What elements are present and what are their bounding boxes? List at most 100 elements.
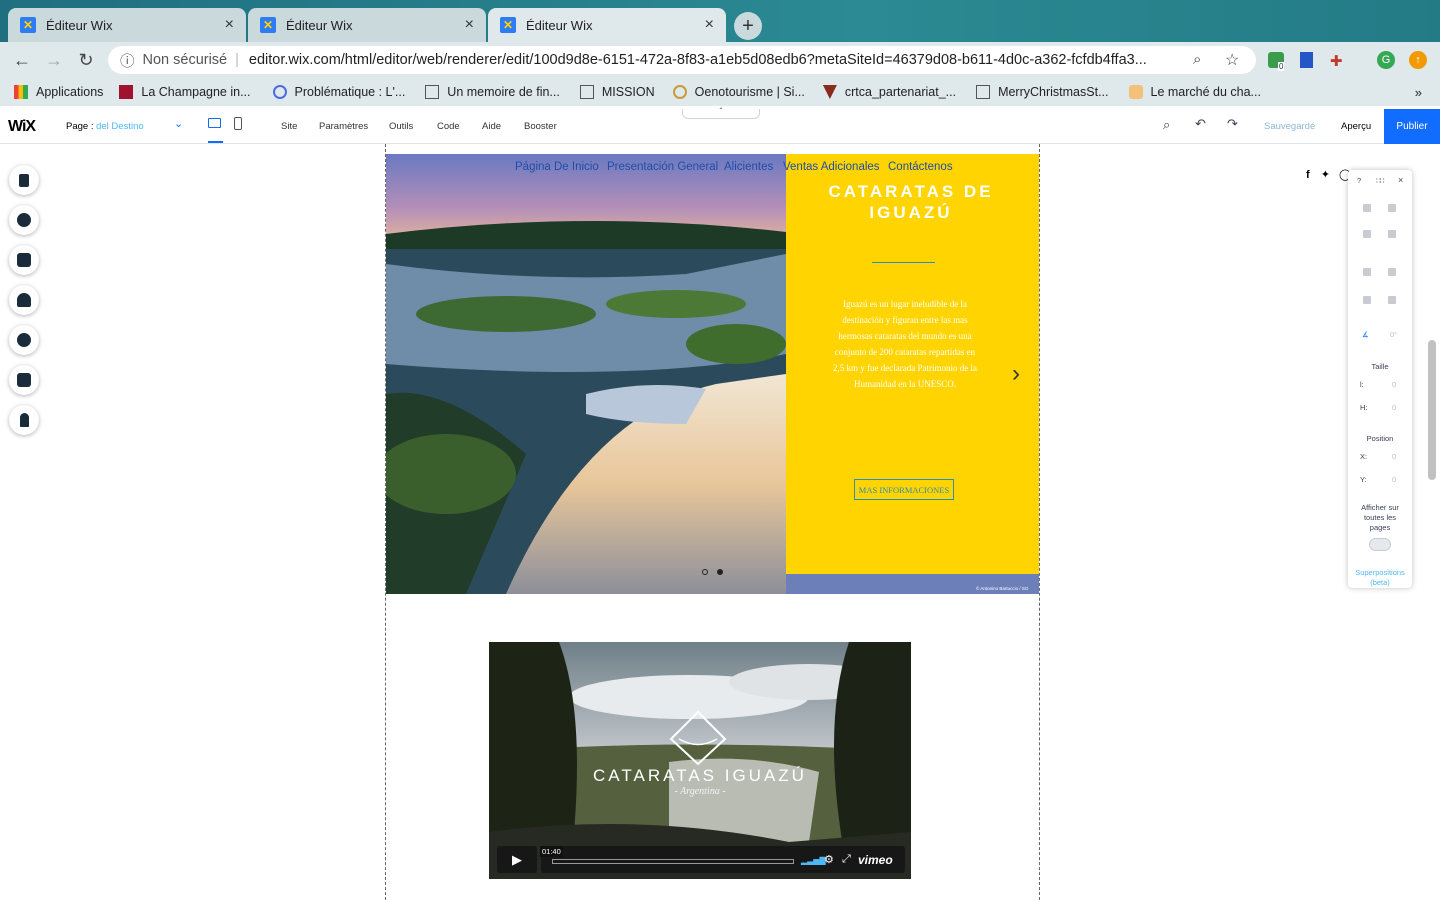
bookmark-item[interactable]: Le marché du cha...: [1128, 85, 1261, 99]
browser-tab[interactable]: ✕ Éditeur Wix ×: [248, 8, 486, 42]
zoom-icon[interactable]: ⌕: [1193, 51, 1201, 68]
bookmark-item[interactable]: MISSION: [579, 85, 655, 99]
bookmark-item[interactable]: Problématique : L'...: [272, 85, 405, 99]
menu-booster[interactable]: Booster: [524, 121, 557, 132]
align-icon[interactable]: [1363, 296, 1371, 304]
bookmark-extension-icon[interactable]: [1300, 52, 1313, 68]
forward-icon[interactable]: →: [38, 50, 70, 71]
bookmark-item[interactable]: Applications: [14, 85, 103, 99]
menu-code[interactable]: Code: [437, 121, 460, 132]
overlays-link[interactable]: Superpositions (beta): [1348, 568, 1412, 588]
bookmark-item[interactable]: crtca_partenariat_...: [822, 85, 956, 99]
page-icon: [976, 85, 991, 99]
drag-handle-icon[interactable]: ∷∷: [1376, 176, 1384, 185]
page-selector[interactable]: Page : del Destino: [66, 121, 144, 132]
delete-icon[interactable]: [1388, 230, 1396, 238]
page-scrollbar[interactable]: [1428, 340, 1436, 480]
apps-icon: [17, 253, 31, 267]
video-progress-bar[interactable]: [552, 859, 794, 864]
mobile-view-icon[interactable]: [234, 117, 242, 130]
bookings-button[interactable]: [9, 365, 39, 395]
rotation-value[interactable]: 0°: [1390, 330, 1397, 339]
pages-menu-button[interactable]: [9, 165, 39, 195]
close-tab-icon[interactable]: ×: [465, 16, 474, 34]
browser-tab[interactable]: ✕ Éditeur Wix ×: [8, 8, 246, 42]
close-tab-icon[interactable]: ×: [705, 16, 714, 34]
publish-button[interactable]: Publier: [1384, 109, 1440, 144]
bookmark-item[interactable]: Un memoire de fin...: [425, 85, 560, 99]
video-title: CATARATAS IGUAZÚ: [593, 766, 807, 785]
arrange-forward-icon[interactable]: [1363, 268, 1371, 276]
video-player[interactable]: [489, 642, 911, 879]
search-icon[interactable]: ⌕: [1163, 117, 1170, 133]
menu-site[interactable]: Site: [281, 121, 297, 132]
more-info-button[interactable]: MAS INFORMACIONES: [854, 479, 954, 500]
fullscreen-icon[interactable]: ⤢: [842, 853, 851, 866]
tab-title: Éditeur Wix: [46, 17, 113, 33]
vimeo-logo[interactable]: vimeo: [858, 853, 893, 867]
add-button[interactable]: [9, 205, 39, 235]
calendar-icon: [17, 373, 31, 387]
desktop-view-icon[interactable]: [208, 118, 221, 128]
back-icon[interactable]: ←: [6, 50, 38, 71]
help-icon[interactable]: ?: [1357, 176, 1361, 185]
undo-icon[interactable]: ↶: [1195, 116, 1206, 132]
more-bookmarks-icon[interactable]: »: [1415, 85, 1422, 100]
info-icon[interactable]: ⓘ: [120, 50, 135, 71]
duplicate-icon[interactable]: [1363, 230, 1371, 238]
settings-gear-icon[interactable]: ⚙: [824, 853, 834, 866]
accessibility-extension-icon[interactable]: ✚: [1330, 52, 1343, 70]
preview-button[interactable]: Aperçu: [1341, 121, 1371, 132]
height-field[interactable]: 0: [1392, 403, 1396, 412]
bookmarks-bar: Applications La Champagne in... Probléma…: [0, 78, 1440, 106]
collapse-topbar-icon[interactable]: ˆ: [682, 108, 760, 119]
nav-link-attractions[interactable]: Alicientes: [724, 161, 773, 173]
chat-button[interactable]: [9, 325, 39, 355]
bookmark-label: Oenotourisme | Si...: [694, 85, 805, 99]
profile-avatar[interactable]: G: [1377, 51, 1395, 69]
nav-link-contact[interactable]: Contáctenos: [888, 161, 953, 173]
bookmark-item[interactable]: Oenotourisme | Si...: [672, 85, 805, 99]
rotate-icon[interactable]: ∡: [1362, 330, 1369, 339]
volume-icon[interactable]: ▂▃▅▇: [801, 856, 826, 865]
close-icon[interactable]: ×: [1398, 175, 1403, 185]
next-slide-arrow-icon[interactable]: ›: [1012, 360, 1020, 388]
position-label: Position: [1366, 434, 1394, 443]
arrange-backward-icon[interactable]: [1388, 268, 1396, 276]
bookmark-item[interactable]: MerryChristmasSt...: [976, 85, 1109, 99]
show-all-pages-toggle[interactable]: [1369, 538, 1391, 551]
slide-dot[interactable]: [702, 569, 708, 575]
redo-icon[interactable]: ↷: [1227, 116, 1238, 132]
copy-icon[interactable]: [1363, 204, 1371, 212]
menu-tools[interactable]: Outils: [389, 121, 413, 132]
address-bar[interactable]: ⓘ Non sécurisé | editor.wix.com/html/edi…: [108, 46, 1256, 74]
distribute-icon[interactable]: [1388, 296, 1396, 304]
video-thumbnail: [489, 642, 911, 879]
x-field[interactable]: 0: [1392, 452, 1396, 461]
wix-logo: WiX: [8, 118, 36, 135]
nav-link-overview[interactable]: Presentación General: [607, 161, 718, 173]
bookmark-item[interactable]: La Champagne in...: [119, 85, 251, 99]
new-tab-button[interactable]: +: [734, 12, 762, 40]
width-field[interactable]: 0: [1392, 380, 1396, 389]
upload-button[interactable]: [9, 285, 39, 315]
bookmark-star-icon[interactable]: ☆: [1225, 50, 1239, 70]
design-button[interactable]: [9, 405, 39, 435]
slide-dot[interactable]: [717, 569, 723, 575]
reload-icon[interactable]: ↻: [70, 50, 102, 71]
close-tab-icon[interactable]: ×: [225, 16, 234, 34]
play-button[interactable]: ▶: [497, 846, 537, 873]
facebook-icon[interactable]: f: [1306, 169, 1310, 181]
menu-help[interactable]: Aide: [482, 121, 501, 132]
paste-icon[interactable]: [1388, 204, 1396, 212]
browser-tab-active[interactable]: ✕ Éditeur Wix ×: [488, 8, 726, 42]
nav-link-sales[interactable]: Ventas Adicionales: [783, 161, 880, 173]
menu-settings[interactable]: Paramètres: [319, 121, 368, 132]
y-field[interactable]: 0: [1392, 475, 1396, 484]
nav-link-home[interactable]: Página De Inicio: [515, 161, 599, 173]
chevron-down-icon[interactable]: ⌄: [174, 117, 183, 130]
update-icon[interactable]: ↑: [1409, 51, 1427, 69]
add-apps-button[interactable]: [9, 245, 39, 275]
twitter-icon[interactable]: ✦: [1321, 169, 1330, 181]
cloud-upload-icon: [17, 293, 31, 307]
